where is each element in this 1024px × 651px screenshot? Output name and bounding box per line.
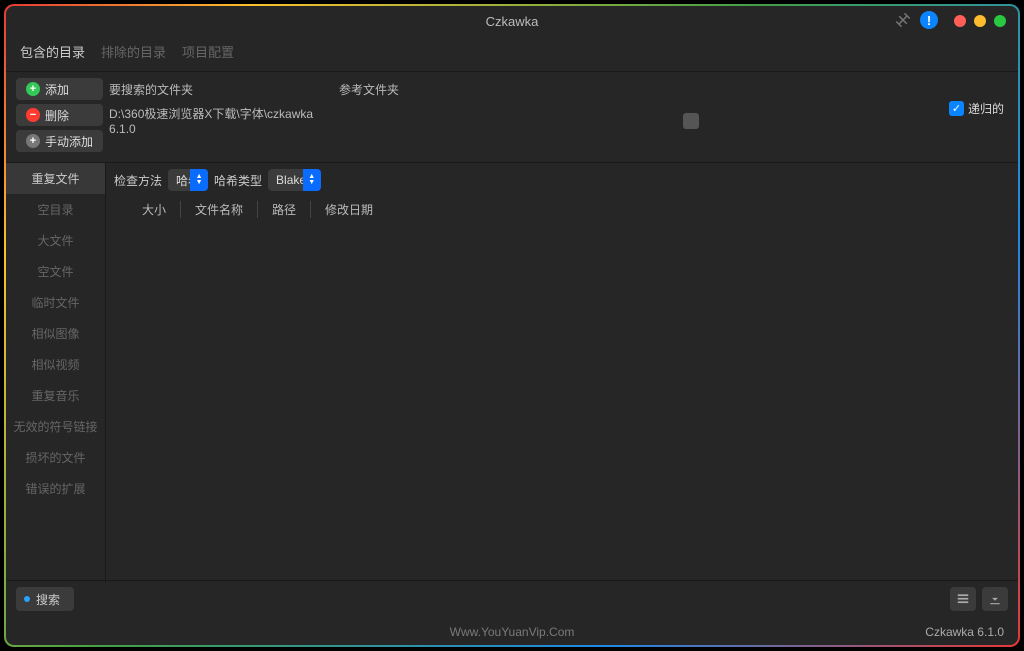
tab-project-settings[interactable]: 项目配置: [182, 40, 234, 63]
close-window-icon[interactable]: [954, 15, 966, 27]
info-icon[interactable]: !: [920, 11, 938, 29]
maximize-window-icon[interactable]: [994, 15, 1006, 27]
directory-tabs: 包含的目录 排除的目录 项目配置: [6, 36, 1018, 72]
sidebar-item-duplicate-music[interactable]: 重复音乐: [6, 380, 105, 411]
settings-tools-icon[interactable]: [894, 11, 912, 29]
folder-row[interactable]: D:\360极速浏览器X下载\字体\czkawka 6.1.0: [109, 103, 943, 138]
plus-icon: +: [26, 82, 40, 96]
search-dot-icon: [24, 596, 30, 602]
recursive-toggle[interactable]: ✓ 递归的: [949, 78, 1008, 117]
tab-included-dirs[interactable]: 包含的目录: [20, 40, 85, 63]
folder-panel: +添加 −删除 +手动添加 要搜索的文件夹 参考文件夹 D:\360极速浏览器X…: [6, 72, 1018, 163]
hash-type-label: 哈希类型: [214, 172, 262, 189]
footer: Www.YouYuanVip.Com Czkawka 6.1.0: [6, 619, 1018, 645]
check-method-select[interactable]: 哈希: [168, 169, 208, 191]
updown-icon: [190, 169, 208, 191]
hash-type-select[interactable]: Blake3: [268, 169, 321, 191]
save-icon: [988, 592, 1002, 606]
select-icon: [956, 592, 970, 606]
sidebar-item-similar-videos[interactable]: 相似视频: [6, 349, 105, 380]
tab-excluded-dirs[interactable]: 排除的目录: [101, 40, 166, 63]
col-path[interactable]: 路径: [272, 201, 311, 218]
minimize-window-icon[interactable]: [974, 15, 986, 27]
sidebar-item-duplicate-files[interactable]: 重复文件: [6, 163, 105, 194]
folder-header-reference: 参考文件夹: [339, 81, 943, 98]
folder-header-search: 要搜索的文件夹: [109, 81, 339, 98]
sidebar-item-empty-files[interactable]: 空文件: [6, 256, 105, 287]
sidebar-item-bad-extensions[interactable]: 错误的扩展: [6, 473, 105, 504]
sidebar-item-temp-files[interactable]: 临时文件: [6, 287, 105, 318]
col-modified[interactable]: 修改日期: [325, 201, 387, 218]
window-controls: [954, 15, 1006, 27]
save-button[interactable]: [982, 587, 1008, 611]
category-sidebar: 重复文件 空目录 大文件 空文件 临时文件 相似图像 相似视频 重复音乐 无效的…: [6, 163, 106, 583]
titlebar: Czkawka !: [6, 6, 1018, 36]
check-method-label: 检查方法: [114, 172, 162, 189]
footer-text: Www.YouYuanVip.Com: [450, 625, 575, 639]
minus-icon: −: [26, 108, 40, 122]
plus-grey-icon: +: [26, 134, 40, 148]
folder-path: D:\360极速浏览器X下载\字体\czkawka 6.1.0: [109, 105, 339, 136]
results-table-header: 大小 文件名称 路径 修改日期: [114, 197, 1010, 222]
sidebar-item-empty-dirs[interactable]: 空目录: [6, 194, 105, 225]
updown-icon: [303, 169, 321, 191]
app-title: Czkawka: [486, 14, 539, 29]
col-size[interactable]: 大小: [142, 201, 181, 218]
select-button[interactable]: [950, 587, 976, 611]
reference-checkbox[interactable]: [683, 113, 699, 129]
bottom-toolbar: 搜索: [6, 580, 1018, 617]
sidebar-item-invalid-symlinks[interactable]: 无效的符号链接: [6, 411, 105, 442]
sidebar-item-big-files[interactable]: 大文件: [6, 225, 105, 256]
sidebar-item-similar-images[interactable]: 相似图像: [6, 318, 105, 349]
sidebar-item-broken-files[interactable]: 损坏的文件: [6, 442, 105, 473]
col-filename[interactable]: 文件名称: [195, 201, 258, 218]
manual-add-button[interactable]: +手动添加: [16, 130, 103, 152]
search-button[interactable]: 搜索: [16, 587, 74, 611]
add-folder-button[interactable]: +添加: [16, 78, 103, 100]
check-icon: ✓: [949, 101, 964, 116]
delete-folder-button[interactable]: −删除: [16, 104, 103, 126]
version-label: Czkawka 6.1.0: [925, 625, 1004, 639]
results-area: 检查方法 哈希 哈希类型 Blake3 大小 文件名称 路径 修改日期: [106, 163, 1018, 583]
